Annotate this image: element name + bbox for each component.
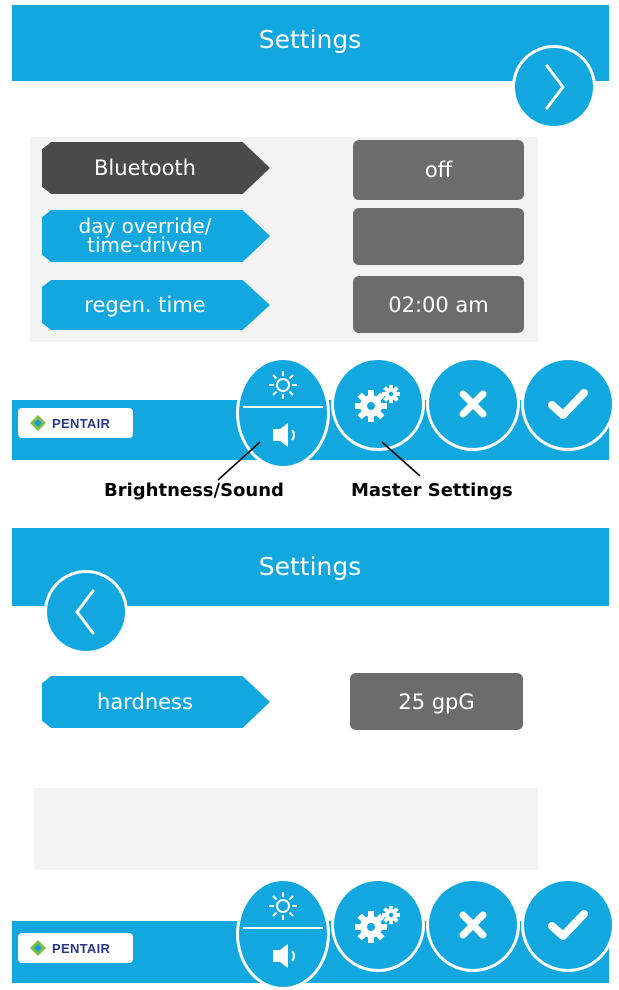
- sun-icon: [269, 371, 297, 399]
- gears-icon: [355, 906, 400, 943]
- master-settings-caption: Master Settings: [351, 480, 513, 501]
- brightness-sound-divider: [243, 406, 323, 408]
- hardness-label[interactable]: hardness: [42, 676, 270, 728]
- master-settings-button[interactable]: [331, 357, 425, 451]
- pentair-logo-icon: [30, 415, 46, 431]
- day-override-value-button[interactable]: [353, 208, 524, 265]
- regen-time-label[interactable]: regen. time: [42, 280, 270, 330]
- hardness-value-button[interactable]: 25 gpG: [350, 673, 523, 730]
- cancel-button[interactable]: [426, 357, 520, 451]
- check-icon: [548, 910, 588, 940]
- day-override-label[interactable]: day override/ time-driven: [42, 210, 270, 262]
- sun-icon: [269, 892, 297, 920]
- callout-lines: [217, 441, 421, 481]
- close-icon: [459, 390, 487, 418]
- speaker-icon: [273, 944, 295, 968]
- regen-time-value-button[interactable]: 02:00 am: [353, 276, 524, 333]
- close-icon: [459, 911, 487, 939]
- settings-screen-1: Settings Bluetooth off day override/ tim…: [12, 5, 615, 469]
- confirm-button[interactable]: [521, 357, 615, 451]
- pentair-logo: PENTAIR: [18, 933, 133, 963]
- pentair-logo: PENTAIR: [18, 408, 133, 438]
- settings-screen-2: Settings hardness 25 gpG PENTAIR: [12, 528, 615, 990]
- brightness-sound-button[interactable]: [236, 878, 330, 990]
- bluetooth-value-button[interactable]: off: [353, 140, 524, 200]
- page-title: Settings: [258, 25, 362, 54]
- confirm-button[interactable]: [521, 878, 615, 972]
- brightness-sound-divider: [243, 927, 323, 929]
- cancel-button[interactable]: [426, 878, 520, 972]
- chevron-left-icon: [75, 589, 95, 635]
- bluetooth-label[interactable]: Bluetooth: [42, 142, 270, 194]
- chevron-right-icon: [545, 64, 565, 110]
- brightness-sound-caption: Brightness/Sound: [104, 480, 284, 501]
- pentair-logo-icon: [30, 940, 46, 956]
- empty-list-area: [34, 788, 538, 870]
- next-page-button[interactable]: [512, 45, 596, 129]
- master-settings-button[interactable]: [331, 878, 425, 972]
- previous-page-button[interactable]: [44, 570, 128, 654]
- page-title: Settings: [258, 552, 362, 581]
- check-icon: [548, 389, 588, 419]
- gears-icon: [355, 385, 400, 422]
